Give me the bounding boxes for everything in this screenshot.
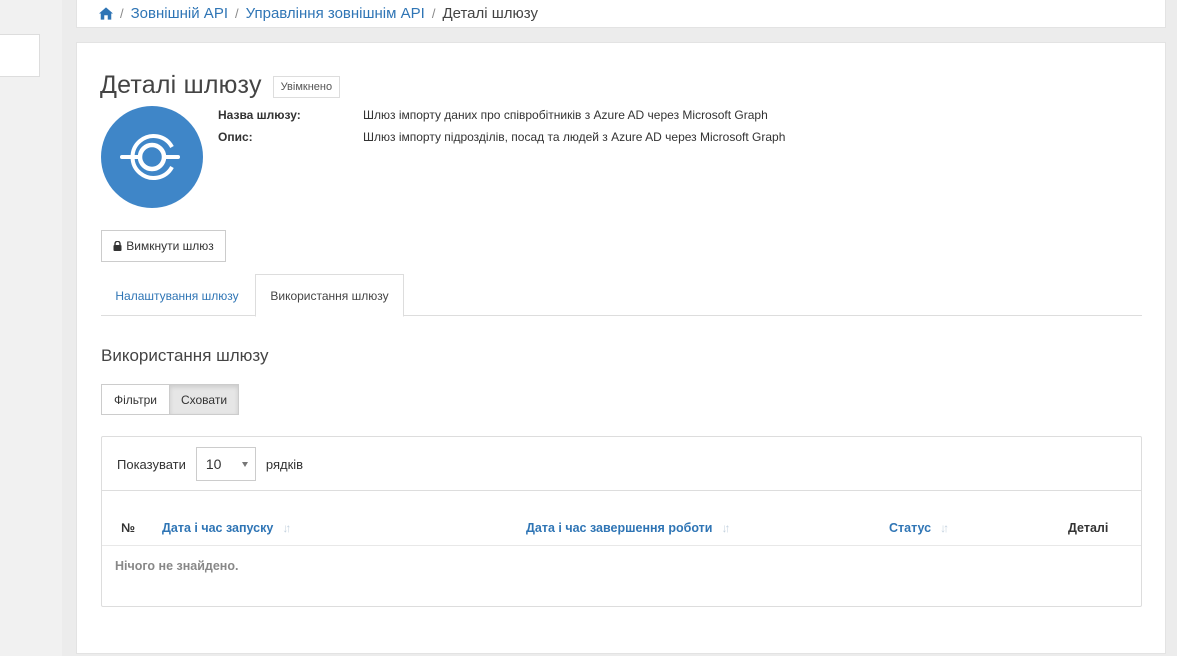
header-divider <box>102 545 1141 546</box>
page-size-value: 10 <box>205 456 222 472</box>
gateway-description-label: Опис: <box>218 130 253 144</box>
status-badge: Увімкнено <box>272 75 341 98</box>
disable-gateway-button[interactable]: Вимкнути шлюз <box>101 230 226 262</box>
chevron-down-icon <box>241 462 248 467</box>
gateway-name-value: Шлюз імпорту даних про співробітників з … <box>363 108 768 122</box>
left-sidebar <box>0 0 62 656</box>
gateway-description-row: Опис: Шлюз імпорту підрозділів, посад та… <box>218 130 785 152</box>
gateway-name-label: Назва шлюзу: <box>218 108 301 122</box>
title-row: Деталі шлюзу Увімкнено <box>100 71 341 100</box>
column-header-end-label: Дата і час завершення роботи <box>526 521 713 535</box>
breadcrumb-separator: / <box>431 6 436 21</box>
lock-icon <box>113 241 122 251</box>
tab-gateway-settings[interactable]: Налаштування шлюзу <box>101 274 253 317</box>
page-title: Деталі шлюзу <box>100 71 262 99</box>
column-header-number: № <box>121 521 135 535</box>
filter-button-group: Фільтри Сховати <box>101 384 239 415</box>
page-size-control: Показувати 10 рядків <box>117 447 303 481</box>
column-header-start-label: Дата і час запуску <box>162 521 274 535</box>
tab-gateway-usage[interactable]: Використання шлюзу <box>255 274 404 317</box>
hide-button[interactable]: Сховати <box>170 384 239 415</box>
breadcrumb-external-api[interactable]: Зовнішній API <box>131 5 228 22</box>
breadcrumb-separator: / <box>235 6 239 21</box>
usage-table-panel: Показувати 10 рядків № Дата і час запуск… <box>101 436 1142 607</box>
breadcrumb-separator: / <box>120 6 124 21</box>
column-header-status[interactable]: Статус ↓↑ <box>889 521 949 535</box>
page-size-select[interactable]: 10 <box>195 447 256 481</box>
breadcrumb: / Зовнішній API / Управління зовнішнім A… <box>76 0 1166 28</box>
rows-label: рядків <box>265 456 304 472</box>
disable-gateway-label: Вимкнути шлюз <box>126 239 214 253</box>
column-header-end[interactable]: Дата і час завершення роботи ↓↑ <box>526 521 730 535</box>
gateway-info: Назва шлюзу: Шлюз імпорту даних про спів… <box>218 108 785 152</box>
gateway-logo <box>101 106 203 208</box>
tab-bar: Налаштування шлюзу Використання шлюзу <box>101 274 1142 317</box>
section-title: Використання шлюзу <box>101 346 269 365</box>
sort-icon: ↓↑ <box>282 521 291 535</box>
sort-icon: ↓↑ <box>940 521 949 535</box>
show-label: Показувати <box>117 456 186 472</box>
column-header-details-label: Деталі <box>1068 521 1109 535</box>
gateway-name-row: Назва шлюзу: Шлюз імпорту даних про спів… <box>218 108 785 130</box>
sort-icon: ↓↑ <box>721 521 730 535</box>
breadcrumb-external-api-management[interactable]: Управління зовнішнім API <box>246 5 425 22</box>
gateway-plug-icon <box>120 134 180 180</box>
empty-table-message: Нічого не знайдено. <box>115 559 239 573</box>
gateway-details-panel: Деталі шлюзу Увімкнено Назва шлюзу: Шлюз… <box>76 42 1166 654</box>
breadcrumb-current: Деталі шлюзу <box>442 5 538 22</box>
column-header-number-label: № <box>121 521 135 535</box>
divider <box>102 490 1141 491</box>
column-header-status-label: Статус <box>889 521 932 535</box>
column-header-details: Деталі <box>1068 521 1108 535</box>
column-header-start[interactable]: Дата і час запуску ↓↑ <box>162 521 291 535</box>
home-icon[interactable] <box>99 7 113 20</box>
gateway-description-value: Шлюз імпорту підрозділів, посад та людей… <box>363 130 786 144</box>
filters-button[interactable]: Фільтри <box>101 384 170 415</box>
sidebar-widget[interactable] <box>0 34 40 77</box>
